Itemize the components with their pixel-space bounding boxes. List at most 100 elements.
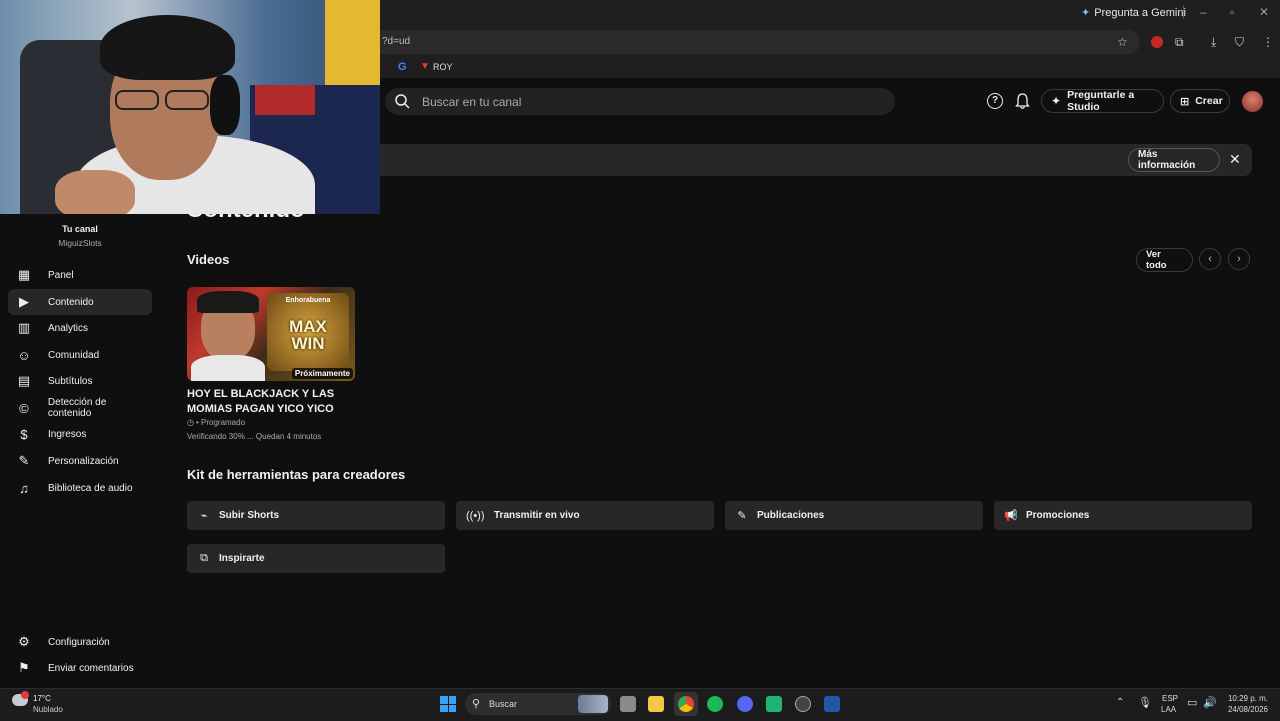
- network-icon[interactable]: ▭: [1187, 696, 1197, 709]
- menu-kebab-icon[interactable]: ⋮: [1262, 35, 1274, 49]
- thumb-text-top: Enhorabuena: [285, 297, 331, 304]
- weather-label: Nublado: [33, 705, 63, 714]
- dollar-icon: $: [20, 426, 28, 442]
- chevron-up-icon[interactable]: ⌃: [1116, 697, 1124, 708]
- sidebar-item-contenido[interactable]: ▶ Contenido: [8, 289, 152, 315]
- sidebar-item-feedback[interactable]: ⚑ Enviar comentarios: [8, 655, 152, 681]
- analytics-icon: ▥: [17, 320, 31, 335]
- taskbar-search-icon: ⚲: [472, 698, 481, 710]
- audio-library-icon: ♫: [19, 480, 29, 496]
- create-button[interactable]: ⊞ Crear: [1170, 89, 1230, 113]
- tool-promociones[interactable]: 📢 Promociones: [994, 501, 1252, 530]
- discord-icon[interactable]: [737, 696, 753, 712]
- sidebar-item-biblioteca[interactable]: ♫ Biblioteca de audio: [8, 475, 152, 501]
- minimize-icon[interactable]: –: [1200, 5, 1207, 19]
- sidebar-item-personalizacion[interactable]: ✎ Personalización: [8, 448, 152, 474]
- streaming-app-icon[interactable]: [824, 696, 840, 712]
- temperature[interactable]: 17°C: [33, 694, 51, 703]
- extension-red-icon[interactable]: [1151, 36, 1163, 48]
- lang-bottom: LAA: [1161, 705, 1177, 714]
- address-bar[interactable]: [370, 30, 1140, 54]
- taskbar: [0, 688, 1280, 721]
- chevron-right-icon[interactable]: ›: [1228, 248, 1250, 270]
- tool-label: Inspirarte: [219, 553, 265, 564]
- google-icon[interactable]: G: [398, 61, 407, 73]
- url-text: ?d=ud: [382, 36, 411, 47]
- obs-icon[interactable]: [795, 696, 811, 712]
- sidebar-item-deteccion[interactable]: © Detección de contenido: [8, 395, 152, 421]
- ask-studio-label: Preguntarle a Studio: [1067, 89, 1135, 113]
- more-info-label: Más información: [1138, 149, 1196, 171]
- videos-section-title: Videos: [187, 252, 230, 267]
- spotify-icon[interactable]: [707, 696, 723, 712]
- lang-top[interactable]: ESP: [1162, 694, 1178, 703]
- divider: [1183, 5, 1184, 19]
- tool-label: Publicaciones: [757, 510, 825, 521]
- content-icon: ▶: [19, 294, 29, 309]
- chrome-icon[interactable]: [678, 696, 694, 712]
- help-icon[interactable]: ?: [987, 93, 1003, 109]
- tool-publicaciones[interactable]: ✎ Publicaciones: [725, 501, 983, 530]
- sidebar-item-panel[interactable]: ▦ Panel: [8, 262, 152, 288]
- ask-studio-button[interactable]: ✦ Preguntarle a Studio: [1041, 89, 1164, 113]
- sidebar-item-label: Enviar comentarios: [48, 662, 134, 674]
- volume-icon[interactable]: 🔊: [1203, 696, 1217, 709]
- feedback-icon: ⚑: [18, 660, 30, 675]
- toolkit-title: Kit de herramientas para creadores: [187, 467, 406, 482]
- dashboard-icon: ▦: [17, 267, 31, 282]
- tool-transmitir[interactable]: ((•)) Transmitir en vivo: [456, 501, 714, 530]
- bookmark-star-icon[interactable]: ☆: [1117, 35, 1128, 49]
- restore-icon[interactable]: ▫: [1230, 5, 1234, 19]
- tool-inspirarte[interactable]: ⧉ Inspirarte: [187, 544, 445, 573]
- see-all-button[interactable]: Ver todo: [1136, 248, 1193, 272]
- sidebar-item-configuracion[interactable]: ⚙ Configuración: [8, 629, 152, 655]
- tool-subir-shorts[interactable]: ⌁ Subir Shorts: [187, 501, 445, 530]
- sidebar-item-analytics[interactable]: ▥ Analytics: [8, 315, 152, 341]
- sidebar-item-subtitulos[interactable]: ▤ Subtítulos: [8, 368, 152, 394]
- more-info-button[interactable]: Más información: [1128, 148, 1220, 172]
- gemini-sparkle-icon: ✦: [1081, 7, 1091, 19]
- weather-alert-icon: [21, 691, 29, 699]
- post-edit-icon: ✎: [737, 510, 747, 522]
- clock-time[interactable]: 10:29 p. m.: [1222, 694, 1268, 703]
- windows-start-icon[interactable]: [440, 696, 456, 712]
- sidebar-item-label: Biblioteca de audio: [48, 482, 133, 494]
- download-icon[interactable]: ⤓: [1211, 35, 1216, 50]
- search-icon: [395, 94, 410, 109]
- notifications-bell-icon[interactable]: [1015, 93, 1030, 109]
- tool-label: Transmitir en vivo: [494, 510, 580, 521]
- sidebar-item-label: Comunidad: [48, 349, 100, 361]
- file-explorer-icon[interactable]: [648, 696, 664, 712]
- microphone-icon[interactable]: 🎙: [1138, 696, 1152, 709]
- task-view-icon[interactable]: [620, 696, 636, 712]
- see-all-label: Ver todo: [1146, 249, 1167, 271]
- sidebar-item-label: Analytics: [48, 322, 89, 334]
- sidebar-item-ingresos[interactable]: $ Ingresos: [8, 421, 152, 447]
- subtitles-icon: ▤: [17, 373, 31, 388]
- tool-label: Promociones: [1026, 510, 1090, 521]
- webcam-overlay: [0, 0, 380, 214]
- profile-shield-icon[interactable]: ⛉: [1235, 35, 1244, 50]
- close-window-icon[interactable]: ✕: [1259, 5, 1269, 19]
- taskbar-search-label: Buscar: [489, 699, 518, 709]
- shorts-icon: ⌁: [200, 510, 208, 522]
- sidebar-item-comunidad[interactable]: ☺ Comunidad: [8, 342, 152, 368]
- audio-app-icon[interactable]: [766, 696, 782, 712]
- video-thumbnail[interactable]: Enhorabuena MAX WIN Próximamente: [187, 287, 355, 381]
- copyright-icon: ©: [19, 400, 29, 416]
- bookmark-flag-icon: ▼: [420, 61, 430, 72]
- extensions-puzzle-icon[interactable]: ⧉: [1175, 35, 1184, 50]
- avatar[interactable]: [1242, 91, 1263, 112]
- video-status: ◷ • Programado: [187, 418, 245, 427]
- magic-wand-icon: ✎: [18, 453, 30, 468]
- gear-icon: ⚙: [18, 634, 30, 649]
- gemini-button[interactable]: ✦ Pregunta a Gemini: [1081, 6, 1186, 20]
- channel-name: MiguizSlots: [58, 238, 102, 248]
- close-banner-icon[interactable]: ✕: [1229, 151, 1241, 168]
- bookmark-roy[interactable]: ROY: [433, 62, 453, 72]
- sidebar-item-label: Contenido: [48, 296, 94, 308]
- chevron-left-icon[interactable]: ‹: [1199, 248, 1221, 270]
- video-title-line: MOMIAS PAGAN YICO YICO: [187, 403, 334, 415]
- gemini-label: Pregunta a Gemini: [1094, 6, 1186, 19]
- video-title[interactable]: HOY EL BLACKJACK Y LAS MOMIAS PAGAN YICO…: [187, 387, 334, 417]
